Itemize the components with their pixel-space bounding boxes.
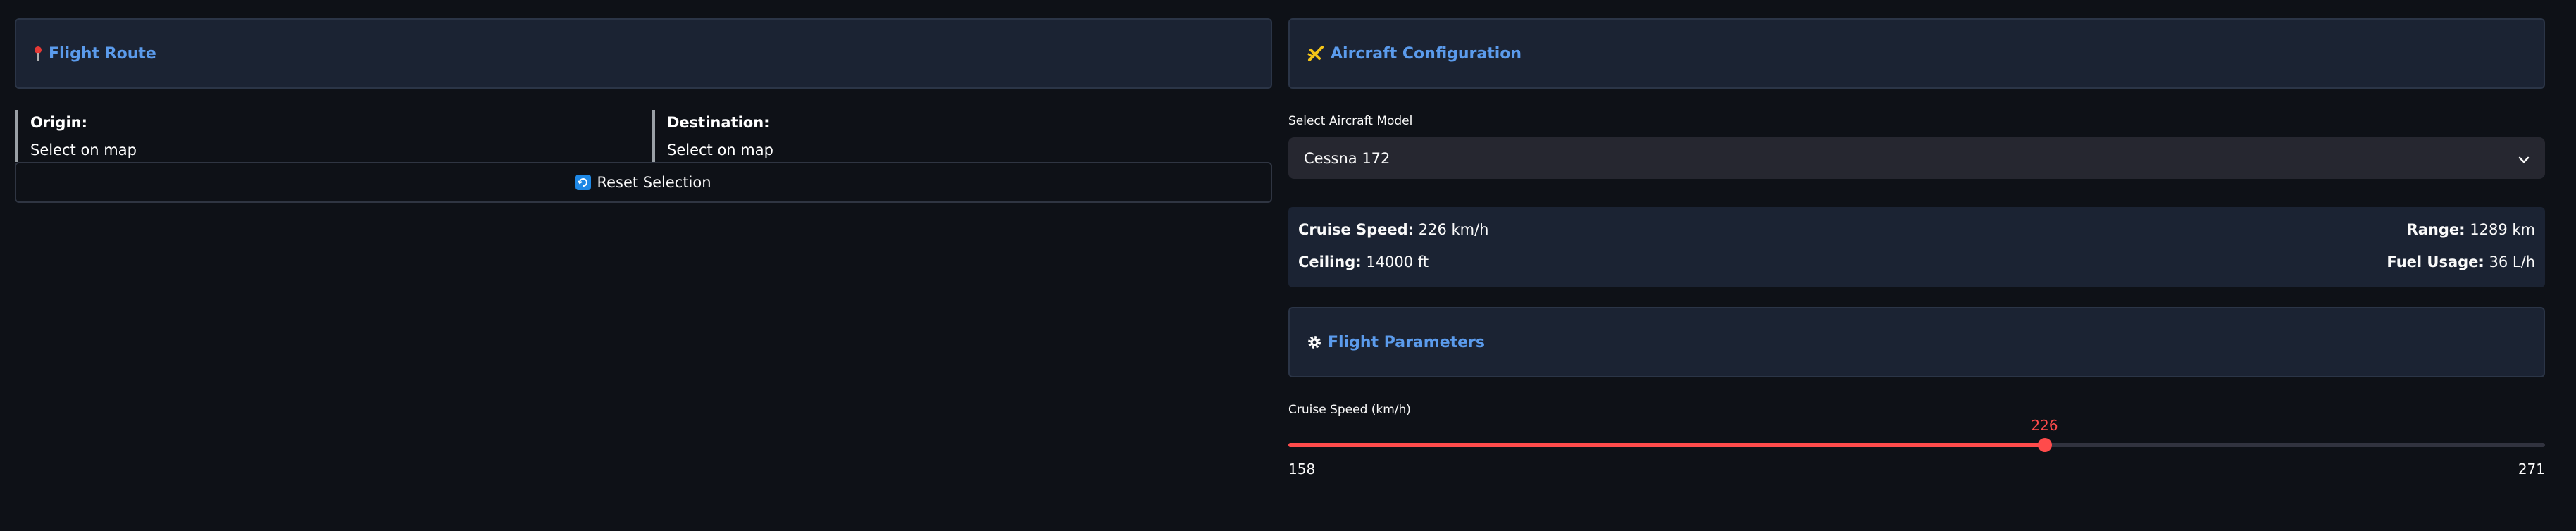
app-page: Flight Route Origin: Select on map Desti… [0,0,2576,531]
refresh-icon [575,175,592,190]
aircraft-model-value: Cessna 172 [1304,149,1390,167]
cruise-speed-stat: Cruise Speed: 226 km/h [1298,221,1489,238]
origin-label: Origin: [30,114,87,131]
slider-current-value: 226 [2031,417,2058,434]
aircraft-config-title: Aircraft Configuration [1331,44,1522,63]
ceiling-stat-value: 14000 ft [1366,254,1429,270]
fuel-usage-stat-value: 36 L/h [2489,254,2535,270]
ceiling-stat: Ceiling: 14000 ft [1298,254,1429,270]
range-stat-value: 1289 km [2470,221,2535,238]
slider-max-value: 271 [2518,461,2545,477]
reset-selection-button[interactable]: Reset Selection [15,162,1272,203]
destination-label: Destination: [667,114,770,131]
flight-route-header: Flight Route [15,18,1272,89]
airplane-icon [1307,44,1325,63]
slider-fill [1288,443,2045,447]
cruise-speed-slider[interactable]: 226 158 271 [1288,417,2545,494]
aircraft-config-header: Aircraft Configuration [1288,18,2545,89]
origin-value: Select on map [30,142,137,158]
range-stat-label: Range: [2406,221,2465,238]
aircraft-config-column: Aircraft Configuration Select Aircraft M… [1288,18,2545,494]
range-stat: Range: 1289 km [2407,221,2535,238]
reset-selection-label: Reset Selection [597,174,711,191]
flight-route-title: Flight Route [49,44,156,63]
cruise-speed-slider-label: Cruise Speed (km/h) [1288,403,1411,417]
origin-block: Origin: Select on map [15,110,635,162]
aircraft-model-select[interactable]: Cessna 172 [1288,137,2545,179]
flight-route-column: Flight Route Origin: Select on map Desti… [15,18,1272,203]
ceiling-stat-label: Ceiling: [1298,254,1362,270]
flight-params-title: Flight Parameters [1328,333,1485,351]
slider-min-value: 158 [1288,461,1316,477]
cruise-speed-stat-value: 226 km/h [1418,221,1489,238]
aircraft-stats-card: Cruise Speed: 226 km/h Range: 1289 km Ce… [1288,207,2545,287]
aircraft-model-label: Select Aircraft Model [1288,114,1413,128]
fuel-usage-stat-label: Fuel Usage: [2387,254,2484,270]
pushpin-icon [33,46,43,61]
chevron-down-icon [2518,150,2530,167]
slider-thumb[interactable] [2037,438,2052,452]
fuel-usage-stat: Fuel Usage: 36 L/h [2387,254,2535,270]
flight-params-header: Flight Parameters [1288,307,2545,377]
gear-icon [1307,335,1322,350]
origin-destination-row: Origin: Select on map Destination: Selec… [15,110,1272,162]
destination-value: Select on map [667,142,773,158]
cruise-speed-stat-label: Cruise Speed: [1298,221,1414,238]
destination-block: Destination: Select on map [652,110,1271,162]
